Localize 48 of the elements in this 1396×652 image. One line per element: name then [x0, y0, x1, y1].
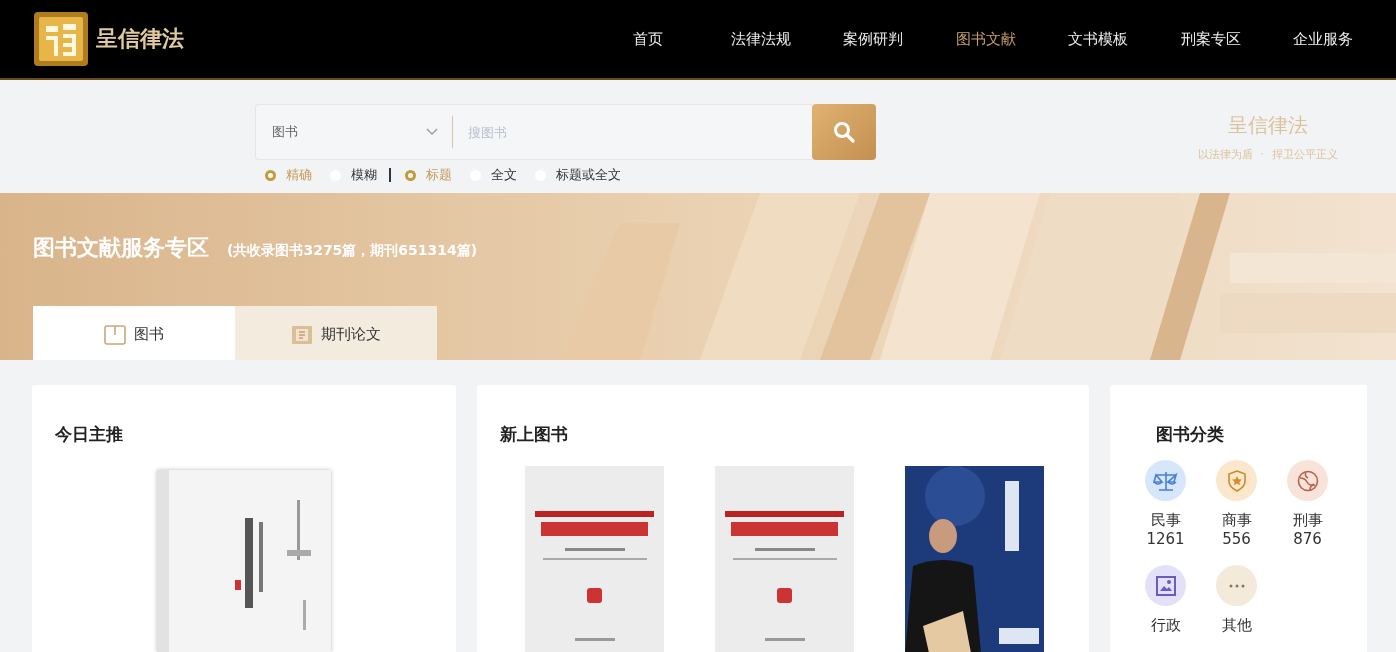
category-name: 民事: [1150, 511, 1181, 530]
nav-link[interactable]: 首页: [592, 29, 705, 49]
card-title: 今日主推: [54, 423, 124, 446]
scales-icon: [1152, 469, 1179, 492]
journal-icon: [291, 324, 313, 345]
search-field[interactable]: 搜图书: [452, 104, 812, 160]
category-item[interactable]: 商事 556: [1201, 460, 1272, 549]
more-icon: [1228, 583, 1245, 588]
radio-option[interactable]: 标题或全文: [535, 166, 621, 184]
shield-icon: [1226, 469, 1247, 492]
category-count: 876: [1293, 530, 1322, 549]
image-icon: [1155, 575, 1176, 596]
slogan-text: 以法律为盾: [1197, 147, 1253, 162]
nav-link[interactable]: 法律法规: [704, 29, 817, 49]
banner-title: 图书文献服务专区: [33, 234, 209, 262]
card-title: 图书分类: [1155, 423, 1225, 446]
category-item[interactable]: 行政: [1130, 565, 1201, 635]
chevron-down-icon: [426, 128, 438, 136]
nav-link[interactable]: 案例研判: [817, 29, 930, 49]
search-button[interactable]: [812, 104, 876, 160]
tab[interactable]: 图书: [33, 306, 235, 360]
book-icon: [104, 324, 126, 345]
category-name: 商事: [1221, 511, 1252, 530]
category-item[interactable]: 刑事 876: [1272, 460, 1343, 549]
nav-link[interactable]: 文书模板: [1042, 29, 1155, 49]
nav-link[interactable]: 刑案专区: [1154, 29, 1267, 49]
brand-name: 呈信律法: [1226, 112, 1309, 139]
category-item[interactable]: 其他: [1201, 565, 1272, 635]
category-name: 刑事: [1292, 511, 1323, 530]
tab[interactable]: 期刊论文: [235, 306, 437, 360]
slogan-text: 捍卫公平正义: [1272, 147, 1338, 162]
nav-link[interactable]: 企业服务: [1267, 29, 1380, 49]
search-icon: [832, 120, 856, 144]
nav-link[interactable]: 图书文献: [929, 29, 1042, 49]
slogan-separator: ·: [1260, 147, 1264, 162]
card-title: 新上图书: [499, 423, 569, 446]
category-count: 556: [1222, 530, 1251, 549]
category-item[interactable]: 民事 1261: [1130, 460, 1201, 549]
logo-icon: [32, 10, 90, 68]
logo-text: 呈信律法: [96, 25, 184, 53]
category-count: 1261: [1146, 530, 1185, 549]
radio-option[interactable]: 模糊: [330, 166, 377, 184]
banner-subtitle: (共收录图书3275篇，期刊651314篇): [227, 242, 478, 260]
category-dropdown[interactable]: 图书: [255, 104, 452, 160]
globe-icon: [1296, 469, 1319, 492]
category-name: 行政: [1150, 616, 1181, 635]
radio-option[interactable]: 全文: [470, 166, 517, 184]
category-name: 其他: [1221, 616, 1252, 635]
